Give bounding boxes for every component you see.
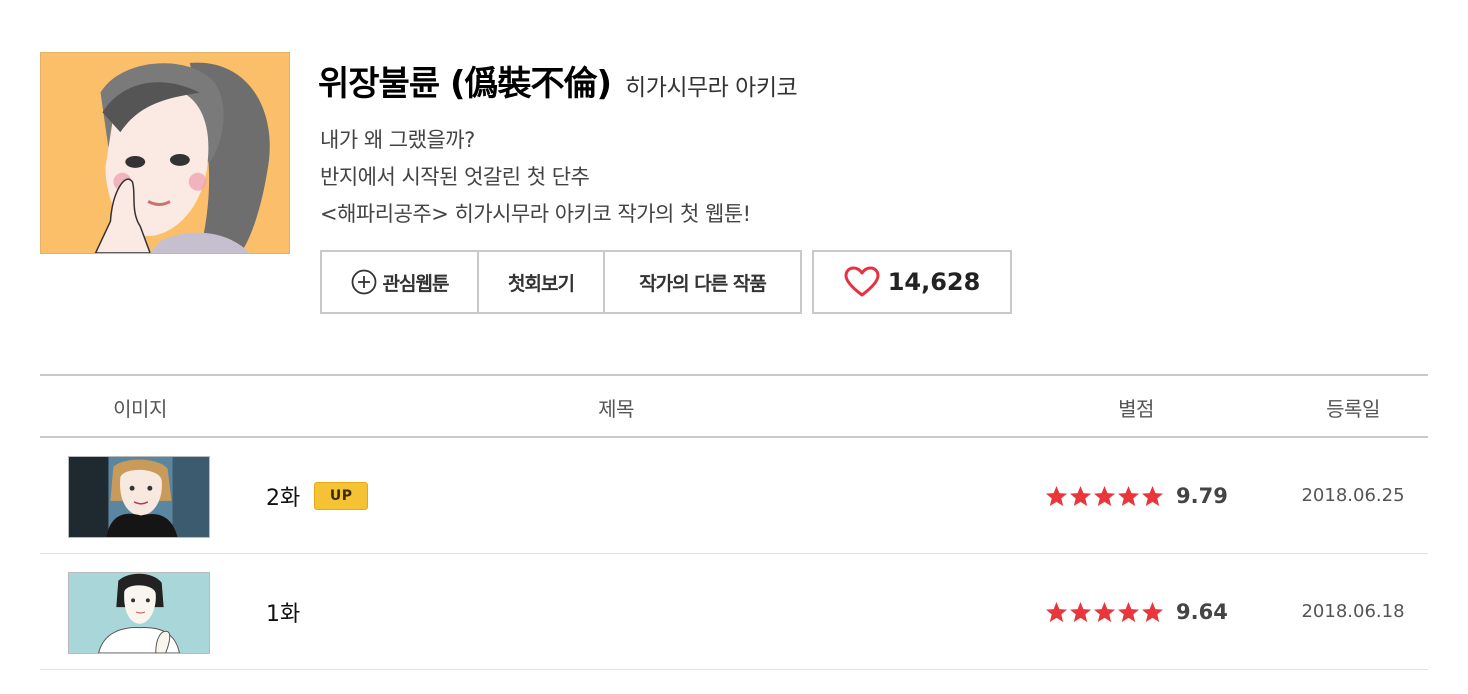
episode-title[interactable]: 2화 UP bbox=[266, 438, 369, 554]
up-badge: UP bbox=[314, 482, 369, 510]
star-icon bbox=[1045, 601, 1068, 623]
column-header-title: 제목 bbox=[598, 397, 634, 421]
favorite-webtoon-label: 관심웹툰 bbox=[382, 272, 450, 295]
star-icon bbox=[1069, 601, 1092, 623]
other-works-button[interactable]: 작가의 다른 작품 bbox=[603, 252, 800, 312]
like-button[interactable]: 14,628 bbox=[812, 250, 1012, 314]
column-header-date: 등록일 bbox=[1326, 397, 1380, 421]
rating-score: 9.79 bbox=[1176, 484, 1228, 508]
episode-date: 2018.06.18 bbox=[1301, 601, 1405, 622]
episode-thumbnail-illustration bbox=[69, 457, 209, 537]
comic-synopsis: 내가 왜 그랬을까? 반지에서 시작된 엇갈린 첫 단추 <해파리공주> 히가시… bbox=[320, 122, 751, 233]
comic-title: 위장불륜 (僞裝不倫) bbox=[318, 64, 612, 104]
star-icon bbox=[1069, 485, 1092, 507]
comic-action-buttons: 관심웹툰 첫회보기 작가의 다른 작품 bbox=[320, 250, 802, 314]
table-row[interactable]: 2화 UP 9.79 2018.06.25 bbox=[40, 438, 1428, 554]
rating-score: 9.64 bbox=[1176, 600, 1228, 624]
comic-thumbnail bbox=[40, 52, 290, 254]
episode-date: 2018.06.25 bbox=[1301, 485, 1405, 506]
column-header-image: 이미지 bbox=[113, 397, 167, 421]
star-icon bbox=[1141, 601, 1164, 623]
synopsis-line: 반지에서 시작된 엇갈린 첫 단추 bbox=[320, 165, 590, 189]
like-count: 14,628 bbox=[887, 268, 981, 296]
synopsis-line: <해파리공주> 히가시무라 아키코 작가의 첫 웹툰! bbox=[320, 202, 751, 226]
favorite-webtoon-button[interactable]: 관심웹툰 bbox=[322, 252, 477, 312]
synopsis-line: 내가 왜 그랬을까? bbox=[320, 128, 475, 152]
episode-table: 이미지 제목 별점 등록일 2화 UP 9.79 2018.06.25 1화 9… bbox=[40, 374, 1428, 670]
column-header-rating: 별점 bbox=[1118, 397, 1154, 421]
star-rating bbox=[1045, 554, 1164, 670]
heart-icon bbox=[844, 266, 880, 298]
first-episode-button[interactable]: 첫회보기 bbox=[477, 252, 603, 312]
star-icon bbox=[1093, 485, 1116, 507]
star-rating bbox=[1045, 438, 1164, 554]
episode-title[interactable]: 1화 bbox=[266, 554, 300, 670]
comic-title-row: 위장불륜 (僞裝不倫) 히가시무라 아키코 bbox=[318, 56, 798, 105]
plus-circle-icon bbox=[351, 269, 377, 295]
star-icon bbox=[1093, 601, 1116, 623]
episode-thumbnail[interactable] bbox=[68, 456, 210, 538]
episode-title-text: 2화 bbox=[266, 486, 301, 511]
comic-author: 히가시무라 아키코 bbox=[625, 75, 798, 101]
episode-table-header: 이미지 제목 별점 등록일 bbox=[40, 374, 1428, 438]
star-icon bbox=[1117, 485, 1140, 507]
episode-thumbnail-illustration bbox=[69, 573, 209, 653]
star-icon bbox=[1117, 601, 1140, 623]
episode-thumbnail[interactable] bbox=[68, 572, 210, 654]
star-icon bbox=[1045, 485, 1068, 507]
table-row[interactable]: 1화 9.64 2018.06.18 bbox=[40, 554, 1428, 670]
episode-title-text: 1화 bbox=[266, 602, 301, 627]
comic-cover-illustration bbox=[41, 53, 289, 253]
star-icon bbox=[1141, 485, 1164, 507]
